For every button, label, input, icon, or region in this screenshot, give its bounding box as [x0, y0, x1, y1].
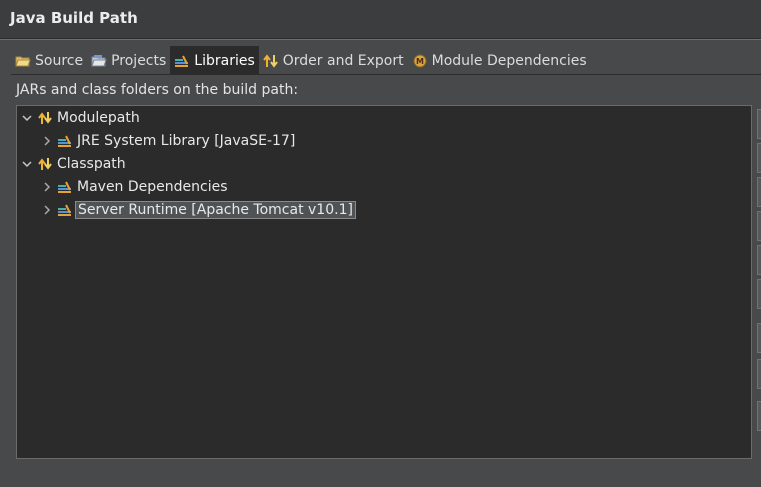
side-button[interactable] [757, 359, 761, 389]
side-button[interactable] [757, 401, 761, 431]
side-button[interactable] [757, 279, 761, 309]
tab-order-and-export[interactable]: Order and Export [259, 46, 408, 75]
side-button[interactable] [757, 323, 761, 353]
tab-module-dependencies-label: Module Dependencies [431, 52, 587, 69]
chevron-down-icon[interactable] [21, 159, 33, 169]
tab-source[interactable]: Source [11, 46, 87, 75]
source-folder-icon [15, 53, 31, 69]
tree-item-label: Maven Dependencies [77, 179, 228, 195]
tab-strip: Source Projects Libraries Order and Expo… [11, 46, 591, 75]
build-path-tree[interactable]: Modulepath JRE System Library [JavaSE-17… [16, 105, 752, 459]
projects-folder-icon [91, 53, 107, 69]
title-separator [0, 39, 761, 40]
side-button[interactable] [757, 143, 761, 173]
tree-item-label: JRE System Library [JavaSE-17] [77, 133, 296, 149]
chevron-right-icon[interactable] [41, 205, 53, 215]
chevron-down-icon[interactable] [21, 113, 33, 123]
tab-libraries-label: Libraries [194, 52, 255, 69]
order-export-icon [262, 53, 279, 69]
tab-projects[interactable]: Projects [87, 46, 170, 75]
side-button[interactable] [757, 211, 761, 241]
tab-separator [11, 74, 761, 75]
library-icon [57, 133, 73, 149]
tree-item-classpath[interactable]: Classpath [21, 153, 126, 175]
dialog-footer [0, 466, 761, 487]
tab-libraries[interactable]: Libraries [170, 46, 259, 75]
tree-item-server-runtime[interactable]: Server Runtime [Apache Tomcat v10.1] [41, 199, 356, 221]
library-icon [57, 202, 73, 218]
tree-item-jre-system-library[interactable]: JRE System Library [JavaSE-17] [41, 130, 295, 152]
svg-text:M: M [416, 57, 424, 66]
side-button-column [757, 105, 761, 459]
tree-item-modulepath[interactable]: Modulepath [21, 107, 140, 129]
tree-item-label: Classpath [57, 156, 126, 172]
tab-module-dependencies[interactable]: M Module Dependencies [408, 46, 591, 75]
chevron-right-icon[interactable] [41, 136, 53, 146]
build-path-description: JARs and class folders on the build path… [16, 82, 299, 98]
side-button[interactable] [757, 177, 761, 207]
tab-order-and-export-label: Order and Export [282, 52, 404, 69]
dialog-title-bar: Java Build Path [0, 0, 761, 39]
dialog-title: Java Build Path [10, 9, 138, 27]
library-icon [174, 53, 190, 69]
library-icon [57, 179, 73, 195]
tree-item-label: Server Runtime [Apache Tomcat v10.1] [75, 201, 356, 219]
classpath-container-icon [37, 110, 53, 126]
side-button[interactable] [757, 109, 761, 139]
chevron-right-icon[interactable] [41, 182, 53, 192]
side-button[interactable] [757, 245, 761, 275]
tab-source-label: Source [35, 52, 84, 69]
tab-projects-label: Projects [111, 52, 167, 69]
tree-item-label: Modulepath [57, 110, 140, 126]
classpath-container-icon [37, 156, 53, 172]
module-icon: M [412, 53, 428, 69]
tree-item-maven-dependencies[interactable]: Maven Dependencies [41, 176, 228, 198]
